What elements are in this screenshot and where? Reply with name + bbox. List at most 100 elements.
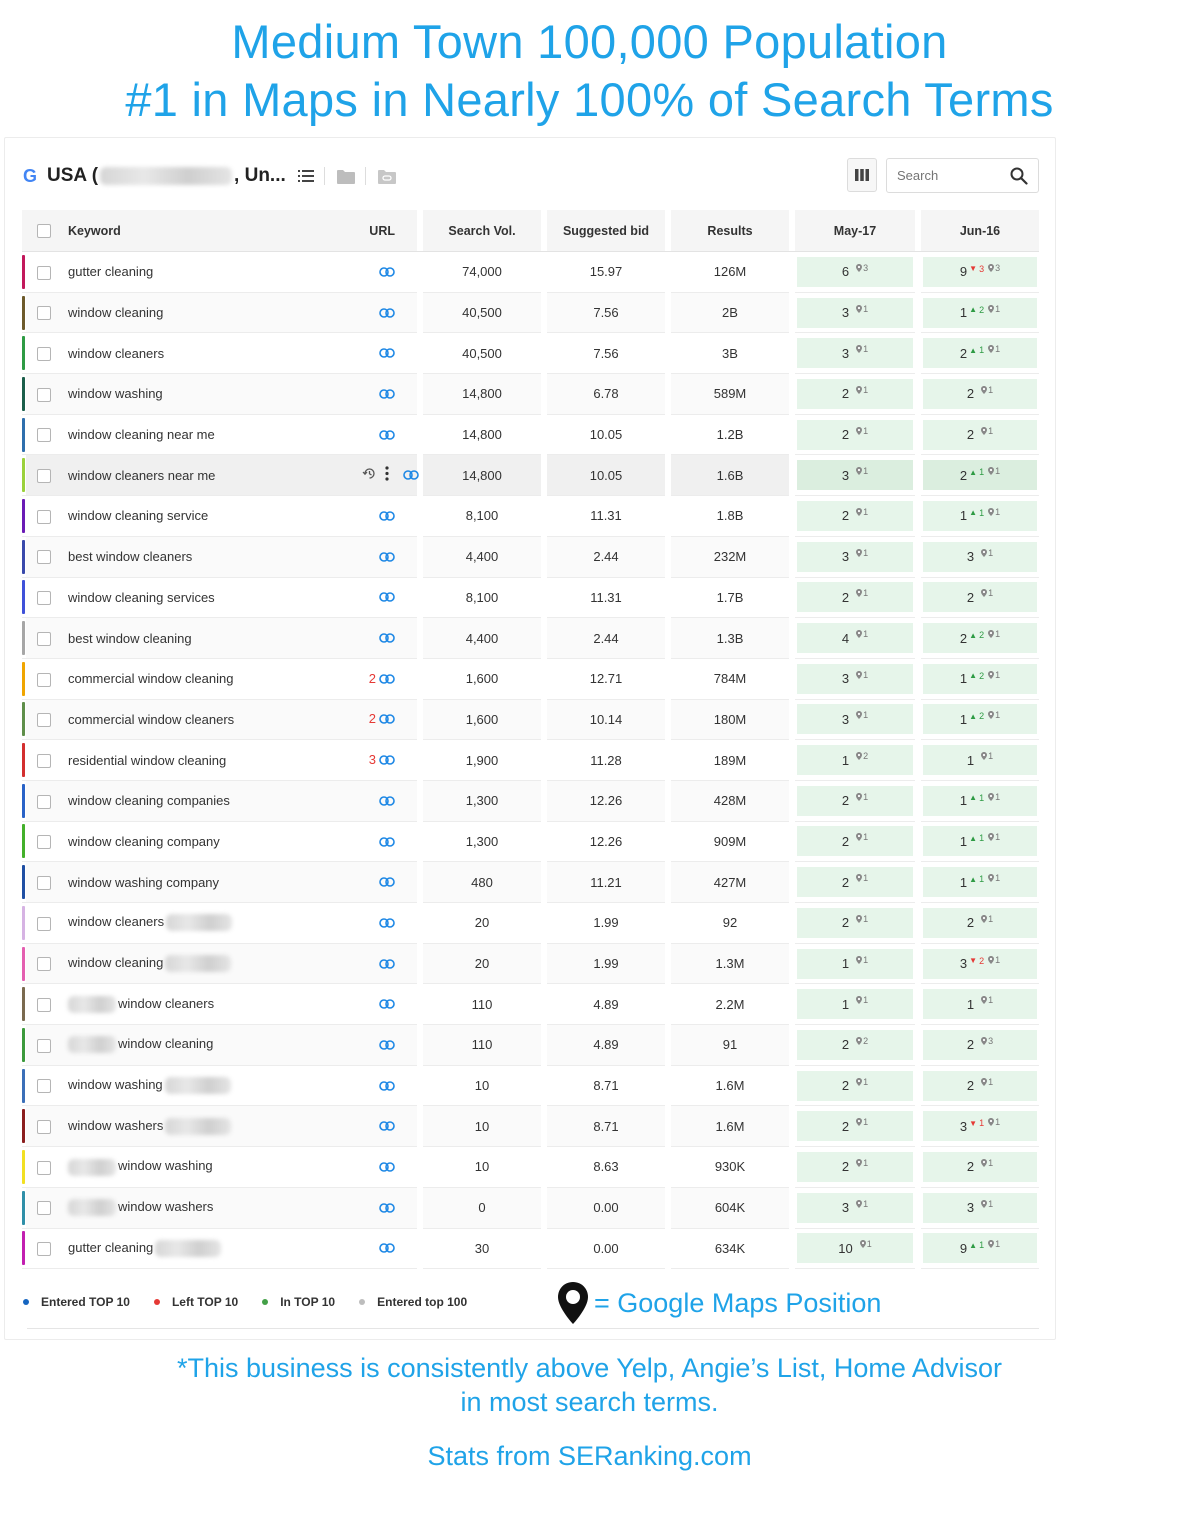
table-row[interactable]: commercial window cleaners 2 1,600 10.14 180… xyxy=(22,699,1039,741)
keyword-cell[interactable]: window washing xyxy=(62,1147,362,1188)
table-row[interactable]: window cleaners near me 14,800 10.05 1.6B 3 1… xyxy=(22,455,1039,497)
link-icon[interactable] xyxy=(379,835,395,850)
keyword-cell[interactable]: commercial window cleaners xyxy=(62,699,362,741)
keyword-cell[interactable]: window cleaning service xyxy=(62,496,362,537)
table-row[interactable]: window washing 14,800 6.78 589M 2 1 2 1 xyxy=(22,374,1039,415)
row-checkbox[interactable] xyxy=(37,1038,51,1053)
position-may-17[interactable]: 31 xyxy=(795,455,915,497)
row-checkbox[interactable] xyxy=(37,1120,51,1135)
position-may-17[interactable]: 21 xyxy=(795,903,915,944)
position-jun-16[interactable]: 21 xyxy=(921,414,1039,456)
position-jun-16[interactable]: 2 ▲ 2 1 xyxy=(921,618,1039,659)
row-checkbox[interactable] xyxy=(37,875,51,890)
position-may-17[interactable]: 31 xyxy=(795,1187,915,1229)
position-may-17[interactable]: 31 xyxy=(795,536,915,578)
position-may-17[interactable]: 21 xyxy=(795,496,915,537)
link-icon[interactable] xyxy=(379,428,395,443)
position-may-17[interactable]: 31 xyxy=(795,699,915,741)
position-may-17[interactable]: 21 xyxy=(795,821,915,863)
position-jun-16[interactable]: 1 ▲ 1 1 xyxy=(921,780,1039,822)
table-row[interactable]: best window cleaners 4,400 2.44 232M 3 1 3 1 xyxy=(22,536,1039,578)
row-checkbox[interactable] xyxy=(37,957,51,972)
position-may-17[interactable]: 31 xyxy=(795,333,915,375)
search-icon[interactable] xyxy=(1010,167,1028,190)
table-row[interactable]: gutter cleaning 74,000 15.97 126M 6 3 9 ▼ 3 3 xyxy=(22,252,1039,293)
keyword-cell[interactable]: residential window cleaning xyxy=(62,740,362,781)
table-row[interactable]: window washers 0 0.00 604K 3 1 3 1 xyxy=(22,1187,1039,1229)
link-icon[interactable] xyxy=(379,387,395,402)
position-may-17[interactable]: 21 xyxy=(795,1147,915,1188)
position-jun-16[interactable]: 21 xyxy=(921,903,1039,944)
history-icon[interactable] xyxy=(362,466,377,484)
link-icon[interactable] xyxy=(379,875,395,890)
keyword-cell[interactable]: window washers xyxy=(62,1187,362,1229)
table-row[interactable]: commercial window cleaning 2 1,600 12.71 784… xyxy=(22,658,1039,700)
row-checkbox[interactable] xyxy=(37,1160,51,1175)
row-checkbox[interactable] xyxy=(37,387,51,402)
keyword-cell[interactable]: window cleaning services xyxy=(62,577,362,619)
link-icon[interactable] xyxy=(379,712,395,727)
table-row[interactable]: gutter cleaning 30 0.00 634K 10 1 9 ▲ 1 1 xyxy=(22,1228,1039,1270)
row-checkbox[interactable] xyxy=(37,672,51,687)
row-checkbox[interactable] xyxy=(37,469,51,484)
more-options-icon[interactable] xyxy=(385,466,389,484)
position-may-17[interactable]: 31 xyxy=(795,292,915,334)
suggested-bid-header[interactable]: Suggested bid xyxy=(547,210,665,252)
keyword-cell[interactable]: window cleaning companies xyxy=(62,780,362,822)
date-header-jun-16[interactable]: Jun-16 xyxy=(921,210,1039,252)
row-checkbox[interactable] xyxy=(37,265,51,280)
position-jun-16[interactable]: 21 xyxy=(921,1065,1039,1107)
table-row[interactable]: window cleaners 110 4.89 2.2M 1 1 1 1 xyxy=(22,984,1039,1026)
position-jun-16[interactable]: 9 ▲ 1 1 xyxy=(921,1228,1039,1270)
table-row[interactable]: window cleaning services 8,100 11.31 1.7B 2 1… xyxy=(22,577,1039,619)
keyword-cell[interactable]: window cleaners xyxy=(62,984,362,1026)
link-icon[interactable] xyxy=(379,306,395,321)
link-icon[interactable] xyxy=(379,265,395,280)
position-jun-16[interactable]: 21 xyxy=(921,577,1039,619)
position-may-17[interactable]: 21 xyxy=(795,374,915,415)
table-row[interactable]: window cleaning 20 1.99 1.3M 1 1 3 ▼ 2 1 xyxy=(22,943,1039,985)
position-may-17[interactable]: 22 xyxy=(795,1025,915,1066)
position-jun-16[interactable]: 9 ▼ 3 3 xyxy=(921,252,1039,293)
keyword-cell[interactable]: window cleaners xyxy=(62,903,362,944)
table-row[interactable]: window washers 10 8.71 1.6M 2 1 3 ▼ 1 1 xyxy=(22,1106,1039,1148)
table-row[interactable]: window cleaning 40,500 7.56 2B 3 1 1 ▲ 2 1 xyxy=(22,292,1039,334)
position-jun-16[interactable]: 23 xyxy=(921,1025,1039,1066)
position-jun-16[interactable]: 1 ▲ 1 1 xyxy=(921,821,1039,863)
row-checkbox[interactable] xyxy=(37,794,51,809)
link-icon[interactable] xyxy=(379,590,395,605)
position-may-17[interactable]: 21 xyxy=(795,780,915,822)
keyword-cell[interactable]: window cleaning xyxy=(62,943,362,985)
position-may-17[interactable]: 21 xyxy=(795,862,915,903)
link-icon[interactable] xyxy=(379,957,395,972)
position-may-17[interactable]: 21 xyxy=(795,577,915,619)
keyword-cell[interactable]: best window cleaners xyxy=(62,536,362,578)
row-checkbox[interactable] xyxy=(37,591,51,606)
keyword-cell[interactable]: window washing company xyxy=(62,862,362,903)
position-jun-16[interactable]: 1 ▲ 2 1 xyxy=(921,292,1039,334)
row-checkbox[interactable] xyxy=(37,631,51,646)
position-jun-16[interactable]: 1 ▲ 2 1 xyxy=(921,699,1039,741)
row-checkbox[interactable] xyxy=(37,713,51,728)
position-may-17[interactable]: 11 xyxy=(795,943,915,985)
link-icon[interactable] xyxy=(379,1160,395,1175)
table-row[interactable]: window washing 10 8.63 930K 2 1 2 1 xyxy=(22,1147,1039,1188)
link-icon[interactable] xyxy=(379,550,395,565)
link-icon[interactable] xyxy=(379,997,395,1012)
project-selector[interactable]: USA ( , Un... xyxy=(47,165,286,187)
position-jun-16[interactable]: 1 ▲ 1 1 xyxy=(921,496,1039,537)
keyword-cell[interactable]: best window cleaning xyxy=(62,618,362,659)
results-header[interactable]: Results xyxy=(671,210,789,252)
table-row[interactable]: window cleaning service 8,100 11.31 1.8B 2 1 1… xyxy=(22,496,1039,537)
row-checkbox[interactable] xyxy=(37,428,51,443)
keyword-cell[interactable]: window washing xyxy=(62,374,362,415)
date-header-may-17[interactable]: May-17 xyxy=(795,210,915,252)
search-vol-header[interactable]: Search Vol. xyxy=(423,210,541,252)
table-row[interactable]: window cleaning company 1,300 12.26 909M 2 1 1… xyxy=(22,821,1039,863)
keyword-cell[interactable]: window cleaning xyxy=(62,292,362,334)
table-row[interactable]: best window cleaning 4,400 2.44 1.3B 4 1 2 ▲ 2 1 xyxy=(22,618,1039,659)
link-icon[interactable] xyxy=(379,1079,395,1094)
keyword-cell[interactable]: window washing xyxy=(62,1065,362,1107)
keyword-cell[interactable]: commercial window cleaning xyxy=(62,658,362,700)
position-jun-16[interactable]: 2 ▲ 1 1 xyxy=(921,333,1039,375)
